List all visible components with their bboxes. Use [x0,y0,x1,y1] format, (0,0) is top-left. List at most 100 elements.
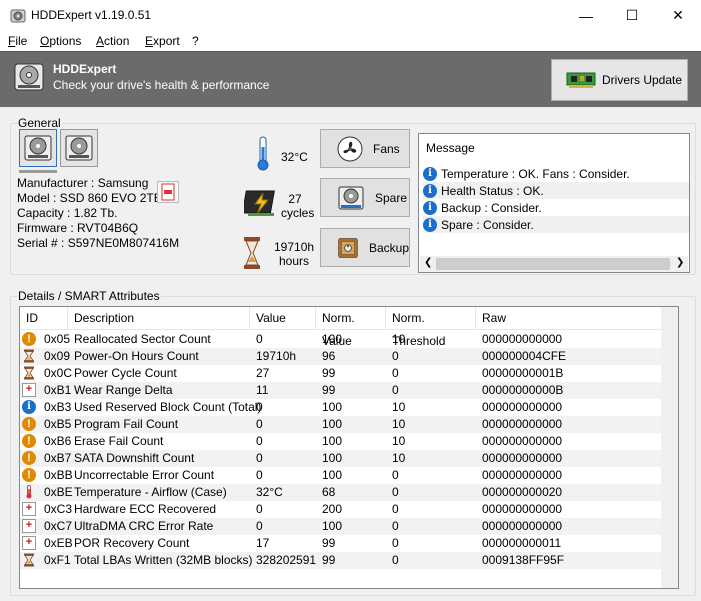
cell-norm-threshold: 0 [392,366,399,380]
backup-button[interactable]: Backup [320,228,410,267]
message-panel-title: Message [426,141,475,155]
cell-norm-threshold: 0 [392,536,399,550]
warning-icon: ! [22,332,36,346]
fans-button[interactable]: Fans [320,129,410,168]
cell-norm-threshold: 0 [392,502,399,516]
menu-export[interactable]: Export [145,34,180,48]
cycles-value: 27 [288,192,302,206]
column-header-raw[interactable]: Raw [476,307,678,330]
cell-description: Hardware ECC Recovered [74,502,217,516]
scrollbar-thumb[interactable] [436,258,670,270]
drive-select-2[interactable] [60,129,98,167]
warning-icon: ! [22,417,36,431]
header-banner: HDDExpert Check your drive's health & pe… [0,51,701,107]
menu-file[interactable]: File [8,34,27,48]
menu-options[interactable]: Options [40,34,81,48]
table-row[interactable]: 0x09 Power-On Hours Count 19710h 96 0 0000000… [20,348,678,365]
cell-norm-value: 99 [322,553,336,567]
export-report-icon[interactable] [157,181,179,203]
table-row[interactable]: ! 0xB6 Erase Fail Count 0 100 10 000000000000 [20,433,678,450]
info-icon: i [423,217,437,232]
drive-info: Manufacturer : Samsung Model : SSD 860 E… [17,176,179,251]
cell-value: 0 [256,502,263,516]
hourglass-icon [244,237,260,269]
model-text: Model : SSD 860 EVO 2TB [17,191,162,205]
cell-norm-value: 99 [322,383,336,397]
manufacturer-text: Manufacturer : Samsung [17,176,149,190]
cell-value: 11 [256,383,269,397]
cell-norm-value: 99 [322,366,336,380]
hours-readout: 19710h hours [274,240,314,268]
general-group-label: General [17,116,62,130]
minimize-button[interactable]: — [563,0,609,31]
table-header: ID Description Value Norm. Value Norm. T… [20,307,678,348]
cell-description: UltraDMA CRC Error Rate [74,519,214,533]
table-row[interactable]: ! 0x05 Reallocated Sector Count 0 100 10 00000… [20,331,678,348]
table-vertical-scrollbar[interactable] [661,307,678,588]
maximize-button[interactable]: ☐ [609,0,655,31]
cell-norm-threshold: 10 [392,451,406,465]
message-horizontal-scrollbar[interactable]: ❮ ❯ [420,256,688,272]
cell-value: 0 [256,417,263,431]
hours-unit: hours [278,254,310,268]
banner-subtitle: Check your drive's health & performance [53,78,270,92]
column-header-description[interactable]: Description [68,307,250,330]
fan-icon [337,136,363,161]
table-row[interactable]: i 0xB3 Used Reserved Block Count (Total) 0 1… [20,399,678,416]
thermometer-icon [22,485,36,499]
spare-button[interactable]: Spare [320,178,410,217]
cell-id: 0xC3 [44,502,73,516]
scroll-right-icon[interactable]: ❯ [676,257,684,268]
cell-description: Program Fail Count [74,417,179,431]
table-row[interactable]: +0xB1 Wear Range Delta 11 99 0 00000000000B [20,382,678,399]
menu-action[interactable]: Action [96,34,129,48]
temperature-value: 32°C [281,150,308,164]
cell-norm-value: 100 [322,332,343,346]
close-button[interactable]: ✕ [655,0,701,31]
hourglass-icon [22,349,36,363]
table-row[interactable]: ! 0xBB Uncorrectable Error Count 0 100 0 00000… [20,467,678,484]
cell-id: 0xB7 [44,451,72,465]
spare-button-label: Spare [375,190,408,205]
table-row[interactable]: +0xC7 UltraDMA CRC Error Rate 0 100 0 0000000… [20,518,678,535]
table-row[interactable]: +0xEB POR Recovery Count 17 99 0 000000000011 [20,535,678,552]
table-row[interactable]: 0x0C Power Cycle Count 27 99 0 00000000001B [20,365,678,382]
table-row[interactable]: ! 0xB7 SATA Downshift Count 0 100 10 000000000… [20,450,678,467]
info-icon: i [423,200,437,215]
cell-norm-value: 96 [322,349,336,363]
table-row[interactable]: 0xBE Temperature - Airflow (Case) 32°C 68 0 0… [20,484,678,501]
cell-norm-threshold: 0 [392,383,399,397]
menu-help[interactable]: ? [192,34,199,48]
cell-value: 0 [256,400,263,414]
hours-value: 19710h [274,240,315,254]
backup-button-label: Backup [368,240,409,255]
serial-text: Serial # : S597NE0M807416M [17,236,180,250]
cell-id: 0xB3 [44,400,72,414]
column-header-value[interactable]: Value [250,307,316,330]
cell-raw: 000000000000 [482,400,563,414]
message-item: i Temperature : OK. Fans : Consider. [423,165,689,182]
maximize-icon: ☐ [625,7,639,23]
cell-id: 0xB1 [44,383,72,397]
hdd-icon [65,135,93,161]
cell-value: 27 [256,366,270,380]
drive-1-selection-indicator [19,170,57,173]
drive-select-1[interactable] [19,129,57,167]
cycles-unit: cycles [281,206,315,220]
table-row[interactable]: +0xC3 Hardware ECC Recovered 0 200 0 00000000… [20,501,678,518]
document-icon [161,183,175,201]
table-row[interactable]: 0xF1 Total LBAs Written (32MB blocks) 3282… [20,552,678,569]
cell-norm-value: 100 [322,417,343,431]
scroll-left-icon[interactable]: ❮ [424,257,432,268]
drivers-update-button[interactable]: Drivers Update [551,59,688,101]
cell-id: 0x0C [44,366,73,380]
column-header-norm-threshold[interactable]: Norm. Threshold [386,307,476,348]
table-row[interactable]: ! 0xB5 Program Fail Count 0 100 10 00000000000… [20,416,678,433]
cell-raw: 000000000000 [482,502,563,516]
thermometer-icon [257,136,269,171]
cell-description: Total LBAs Written (32MB blocks) [74,553,253,567]
close-icon: ✕ [672,7,684,23]
column-header-norm-value[interactable]: Norm. Value [316,307,386,348]
cell-raw: 000000000000 [482,519,563,533]
column-header-id[interactable]: ID [20,307,68,330]
